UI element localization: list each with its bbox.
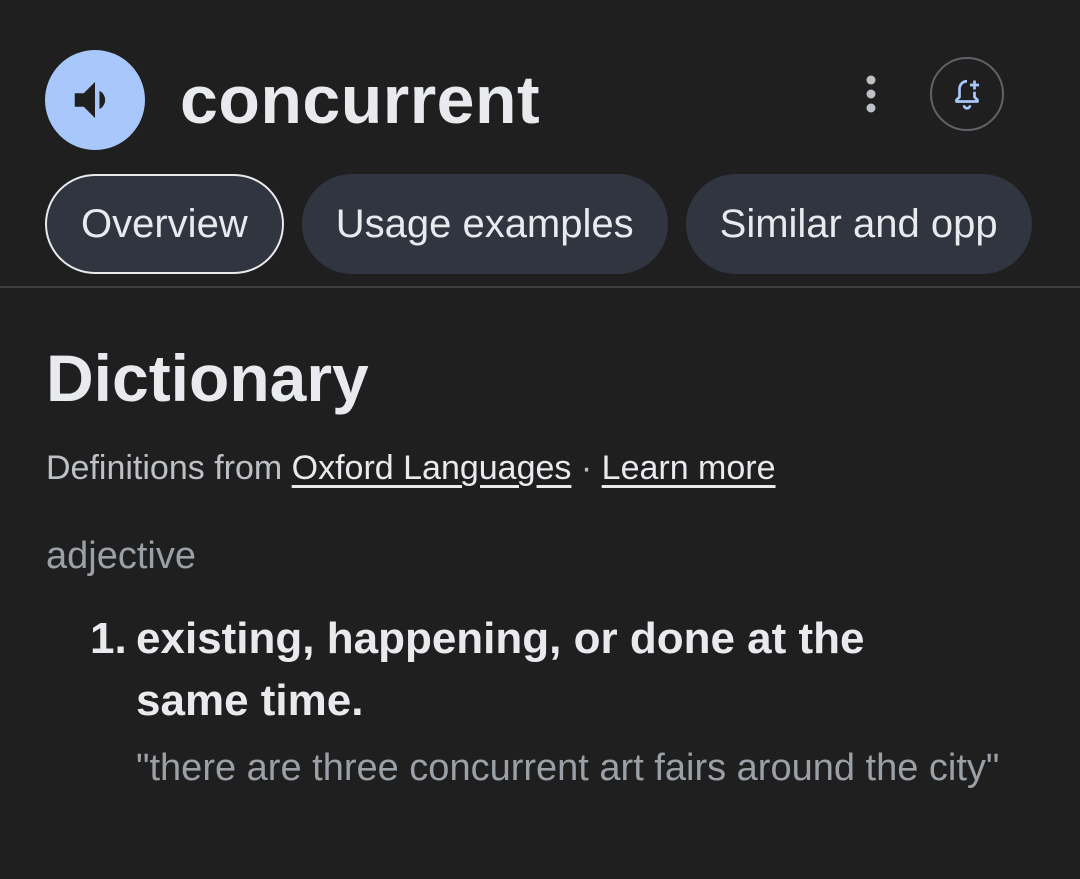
add-alert-icon xyxy=(955,79,979,110)
learn-more-link[interactable]: Learn more xyxy=(602,449,776,487)
definition-text: existing, happening, or done at the same… xyxy=(136,614,865,725)
volume-up-icon xyxy=(74,82,106,118)
headword: concurrent xyxy=(180,62,541,138)
section-title: Dictionary xyxy=(46,341,369,415)
tab-overview[interactable]: Overview xyxy=(45,174,284,274)
tab-usage-examples[interactable]: Usage examples xyxy=(301,174,668,274)
add-alert-button[interactable] xyxy=(930,57,1004,131)
source-separator: · xyxy=(580,449,593,487)
dictionary-card: concurrent Overview Usage examples Simil… xyxy=(0,0,1080,879)
more-options-button[interactable] xyxy=(845,68,897,120)
definition-item: 1. existing, happening, or done at the s… xyxy=(90,608,1050,798)
oxford-languages-link[interactable]: Oxford Languages xyxy=(292,449,572,487)
part-of-speech: adjective xyxy=(46,535,196,577)
tab-similar-and-opposite[interactable]: Similar and opp xyxy=(685,174,1032,274)
tab-bar: Overview Usage examples Similar and opp xyxy=(45,174,1032,274)
definition-number: 1. xyxy=(90,614,127,663)
more-vert-icon xyxy=(866,75,876,113)
definition-example: "there are three concurrent art fairs ar… xyxy=(136,747,1000,789)
definition-source: Definitions from Oxford Languages · Lear… xyxy=(46,448,776,488)
pronunciation-speaker-button[interactable] xyxy=(45,50,145,150)
source-prefix: Definitions from xyxy=(46,449,283,487)
tab-divider xyxy=(0,286,1080,288)
